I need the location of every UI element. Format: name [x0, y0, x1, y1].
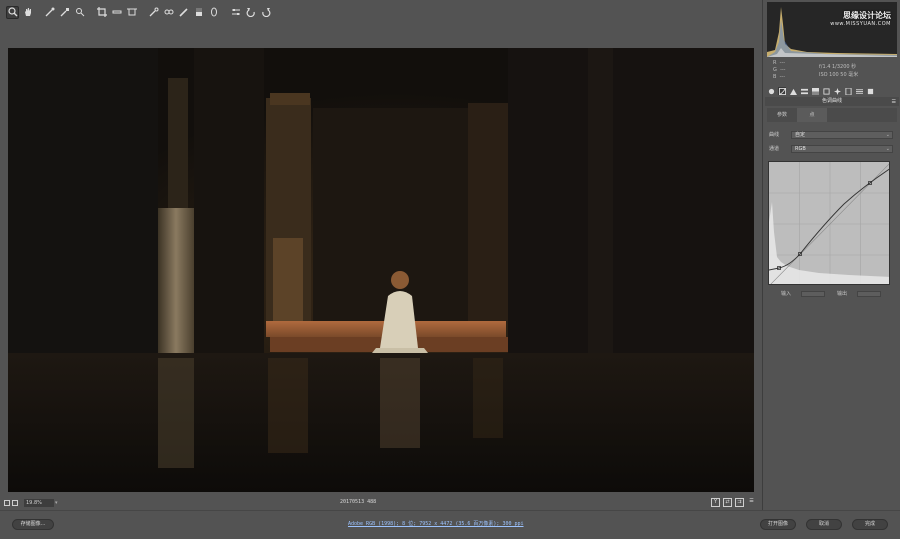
exposure-info: f/1.4 1/3200 秒	[819, 64, 857, 70]
adjustment-brush-icon[interactable]	[177, 6, 190, 19]
chevron-down-icon: ▾	[55, 500, 58, 506]
r-label: R	[773, 60, 777, 66]
color-sampler-icon[interactable]	[58, 6, 71, 19]
output-label: 输出	[837, 291, 848, 297]
output-field[interactable]	[857, 291, 881, 297]
spot-removal-icon[interactable]	[147, 6, 160, 19]
channel-label: 通道	[769, 146, 780, 152]
toolbar	[0, 0, 762, 24]
split-toning-tab-icon[interactable]	[811, 87, 819, 95]
rotate-left-icon[interactable]	[244, 6, 257, 19]
single-view-icon[interactable]	[4, 500, 10, 506]
panel-menu-icon[interactable]: ☰	[892, 98, 896, 107]
curve-preset-row: 曲线 自定 ⌄	[767, 130, 897, 140]
input-label: 输入	[781, 291, 792, 297]
iso-info: ISO 100 50 毫米	[819, 72, 859, 78]
watermark-text: 思缘设计论坛	[843, 11, 891, 20]
target-adjust-icon[interactable]	[73, 6, 86, 19]
r-value: ---	[779, 60, 786, 66]
before-after-toggle-button[interactable]: Y	[711, 498, 720, 507]
curve-subtabs: 参数 点	[767, 108, 897, 122]
straighten-icon[interactable]	[110, 6, 123, 19]
channel-select[interactable]: RGB ⌄	[791, 145, 893, 153]
lens-tab-icon[interactable]	[822, 87, 830, 95]
red-eye-icon[interactable]	[162, 6, 175, 19]
save-image-button[interactable]: 存储图像...	[12, 519, 54, 530]
tone-curve-editor[interactable]	[768, 161, 890, 285]
cancel-button[interactable]: 取消	[806, 519, 842, 530]
input-output-row: 输入 输出	[767, 290, 897, 298]
tab-parametric[interactable]: 参数	[767, 108, 797, 122]
zoom-level-select[interactable]: 19.8%	[24, 499, 54, 507]
graduated-filter-icon[interactable]	[192, 6, 205, 19]
right-panel: 思缘设计论坛 www.MISSYUAN.COM R --- G --- B --…	[762, 0, 900, 510]
tab-point[interactable]: 点	[797, 108, 827, 122]
radial-filter-icon[interactable]	[207, 6, 220, 19]
canvas-status-bar: 19.8% ▾ 20170513 488 Y ⇄ ⇉ ☰	[0, 496, 762, 510]
crop-icon[interactable]	[95, 6, 108, 19]
white-balance-icon[interactable]	[43, 6, 56, 19]
b-value: ---	[779, 74, 786, 80]
transform-icon[interactable]	[125, 6, 138, 19]
histogram: 思缘设计论坛 www.MISSYUAN.COM	[767, 2, 897, 57]
hsl-tab-icon[interactable]	[800, 87, 808, 95]
canvas-area	[0, 24, 762, 496]
zoom-icon[interactable]	[6, 5, 19, 19]
panel-tabs	[765, 86, 899, 96]
rotate-right-icon[interactable]	[259, 6, 272, 19]
calibration-tab-icon[interactable]	[844, 87, 852, 95]
input-field[interactable]	[801, 291, 825, 297]
file-name: 20170513 488	[340, 499, 377, 505]
channel-row: 通道 RGB ⌄	[767, 144, 897, 154]
copy-settings-icon[interactable]: ⇉	[735, 498, 744, 507]
section-title: 色调曲线 ☰	[765, 97, 899, 106]
swap-settings-icon[interactable]: ⇄	[723, 498, 732, 507]
toggle-settings-icon[interactable]: ☰	[747, 498, 756, 507]
effects-tab-icon[interactable]	[833, 87, 841, 95]
curve-label: 曲线	[769, 132, 780, 138]
curve-preset-select[interactable]: 自定 ⌄	[791, 131, 893, 139]
preferences-icon[interactable]	[229, 6, 242, 19]
presets-tab-icon[interactable]	[855, 87, 863, 95]
filmstrip-icon[interactable]	[12, 500, 18, 506]
basic-tab-icon[interactable]	[767, 87, 775, 95]
b-label: B	[773, 74, 777, 80]
camera-readout: R --- G --- B --- f/1.4 1/3200 秒 ISO 100…	[767, 58, 897, 84]
photo-preview[interactable]	[8, 48, 754, 492]
snapshots-tab-icon[interactable]	[866, 87, 874, 95]
hand-icon[interactable]	[21, 6, 34, 19]
g-value: ---	[780, 67, 786, 73]
tone-curve-tab-icon[interactable]	[778, 87, 786, 95]
detail-tab-icon[interactable]	[789, 87, 797, 95]
watermark-url: www.MISSYUAN.COM	[830, 21, 891, 27]
done-button[interactable]: 完成	[852, 519, 888, 530]
workflow-options-link[interactable]: Adobe RGB (1998); 8 位; 7952 x 4472 (35.6…	[348, 520, 524, 527]
open-image-button[interactable]: 打开图像	[760, 519, 796, 530]
g-label: G	[773, 67, 777, 73]
footer: 存储图像... Adobe RGB (1998); 8 位; 7952 x 44…	[0, 510, 900, 539]
